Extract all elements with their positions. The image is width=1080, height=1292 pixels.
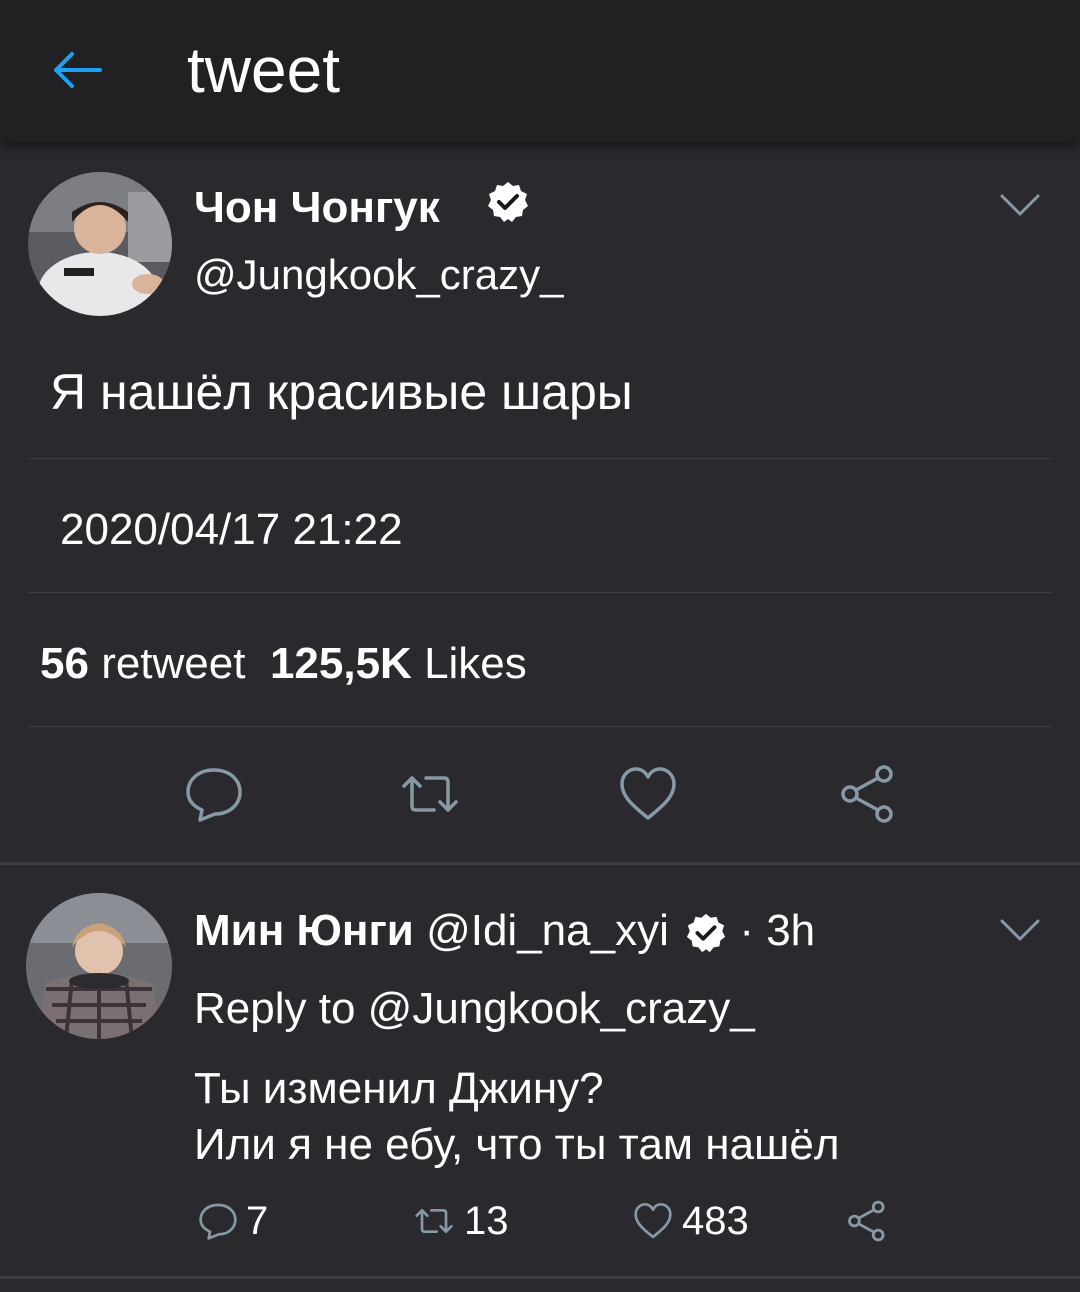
- divider: [28, 458, 1052, 459]
- reply-retweet-button[interactable]: 13: [412, 1199, 509, 1243]
- heart-icon[interactable]: [618, 764, 678, 824]
- avatar-photo: [28, 172, 172, 316]
- reply-text: Ты изменил Джину? Или я не ебу, что ты т…: [194, 1061, 840, 1173]
- tweet-stats: 56 retweet 125,5K Likes: [40, 638, 527, 690]
- author-handle[interactable]: @Jungkook_crazy_: [194, 250, 564, 300]
- chevron-down-icon[interactable]: [998, 190, 1042, 220]
- likes-label[interactable]: Likes: [424, 639, 527, 688]
- reply-share-button[interactable]: [846, 1199, 888, 1243]
- comment-icon[interactable]: [184, 764, 244, 824]
- top-app-bar: tweet: [0, 0, 1080, 142]
- back-button[interactable]: [48, 40, 108, 100]
- likes-count[interactable]: 125,5K: [270, 639, 412, 688]
- reply-to-handle[interactable]: @Jungkook_crazy_: [368, 984, 755, 1033]
- chevron-down-icon[interactable]: [998, 915, 1042, 945]
- avatar[interactable]: [28, 172, 172, 316]
- retweets-label[interactable]: retweet: [101, 639, 245, 688]
- reply-author-name[interactable]: Мин Юнги: [194, 906, 414, 955]
- comment-count: 7: [246, 1198, 269, 1243]
- verified-badge-icon: [488, 182, 528, 222]
- reply-header: Мин Юнги @Idi_na_xyi · 3h: [194, 903, 815, 959]
- divider: [28, 726, 1052, 727]
- retweets-count[interactable]: 56: [40, 639, 89, 688]
- share-icon: [848, 1200, 885, 1242]
- reply-tweet[interactable]: Мин Юнги @Idi_na_xyi · 3h Reply to @Jung…: [0, 865, 1080, 1285]
- comment-icon: [199, 1203, 237, 1240]
- arrow-left-icon: [54, 52, 102, 88]
- main-tweet: Чон Чонгук @Jungkook_crazy_ Я нашёл крас…: [0, 142, 1080, 862]
- avatar-photo: [26, 893, 172, 1039]
- retweet-icon[interactable]: [400, 764, 460, 824]
- like-count: 483: [682, 1198, 749, 1243]
- retweet-count: 13: [464, 1198, 509, 1243]
- share-icon[interactable]: [838, 764, 898, 824]
- reply-to-label: Reply to: [194, 984, 356, 1033]
- reply-text-line: Ты изменил Джину?: [194, 1064, 604, 1113]
- reply-to-line: Reply to @Jungkook_crazy_: [194, 981, 755, 1037]
- heart-icon: [634, 1203, 672, 1239]
- reply-time: · 3h: [739, 906, 816, 955]
- reply-like-button[interactable]: 483: [632, 1199, 749, 1243]
- divider: [28, 592, 1052, 593]
- reply-author-handle[interactable]: @Idi_na_xyi: [426, 906, 669, 955]
- retweet-icon: [415, 1209, 453, 1233]
- reply-comment-button[interactable]: 7: [198, 1199, 268, 1243]
- tweet-timestamp: 2020/04/17 21:22: [60, 505, 403, 554]
- avatar[interactable]: [26, 893, 172, 1039]
- verified-badge-icon: [687, 914, 726, 953]
- author-name[interactable]: Чон Чонгук: [194, 182, 440, 234]
- tweet-text: Я нашёл красивые шары: [50, 364, 633, 420]
- divider: [0, 1276, 1080, 1279]
- page-title: tweet: [187, 34, 340, 106]
- reply-text-line: Или я не ебу, что ты там нашёл: [194, 1120, 840, 1169]
